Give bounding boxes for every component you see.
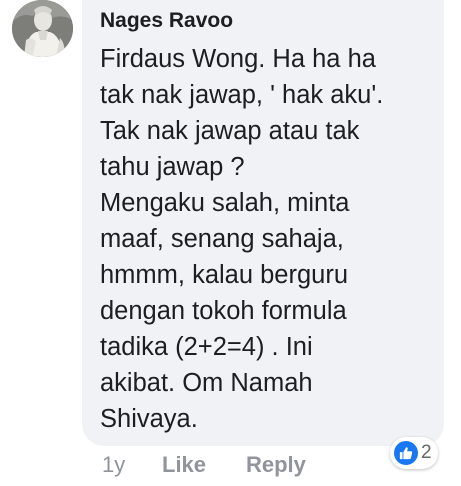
avatar[interactable] [12,0,73,57]
comment-line: Mengaku salah, minta [100,189,350,217]
comment-line: tahu jawap ? [100,153,245,181]
reaction-count: 2 [421,442,432,463]
comment-bubble: Nages Ravoo Firdaus Wong. Ha ha ha tak n… [82,0,444,446]
reply-button[interactable]: Reply [246,448,306,482]
comment-line: maaf, senang sahaja, [100,225,344,253]
comment-line: Firdaus Wong. Ha ha ha [100,45,376,73]
comment-line: Tak nak jawap atau tak [100,117,360,145]
comment-line: Shivaya. [100,405,198,433]
comment-text: Firdaus Wong. Ha ha ha tak nak jawap, ' … [100,41,430,437]
statue-avatar-image [12,0,73,57]
reaction-summary[interactable]: 2 [390,437,438,469]
comment-line: hmmm, kalau berguru [100,261,349,289]
comment-line: tak nak jawap, ' hak aku'. [100,81,384,109]
like-button[interactable]: Like [162,448,206,482]
comment-author[interactable]: Nages Ravoo [100,9,233,33]
comment-line: akibat. Om Namah [100,369,313,397]
comment-line: dengan tokoh formula [100,297,347,325]
comment-line: tadika (2+2=4) . Ini [100,333,313,361]
comment-timestamp[interactable]: 1y [102,448,125,482]
thumbs-up-icon [394,441,418,465]
